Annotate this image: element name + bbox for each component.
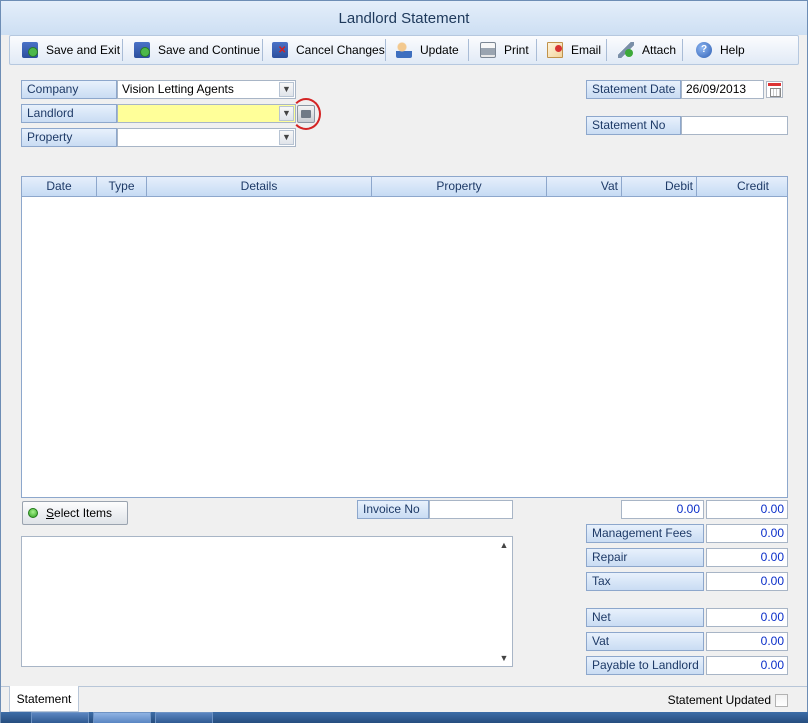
save-and-continue-button[interactable]: Save and Continue bbox=[134, 36, 260, 64]
user-update-icon bbox=[396, 42, 412, 58]
bottom-tab-bar: Statement Statement Updated bbox=[1, 686, 807, 712]
printer-icon bbox=[480, 42, 496, 58]
net-label: Net bbox=[586, 608, 704, 627]
window-title: Landlord Statement bbox=[1, 1, 807, 35]
tax-label: Tax bbox=[586, 572, 704, 591]
statement-updated-checkbox[interactable] bbox=[775, 694, 788, 707]
invoice-no-label: Invoice No bbox=[357, 500, 429, 519]
statement-date-label: Statement Date bbox=[586, 80, 681, 99]
repair-value: 0.00 bbox=[706, 548, 788, 567]
calendar-icon[interactable] bbox=[766, 81, 783, 98]
tab-statement[interactable]: Statement bbox=[9, 686, 79, 712]
column-header-date[interactable]: Date bbox=[22, 177, 97, 196]
repair-label: Repair bbox=[586, 548, 704, 567]
company-combo[interactable]: Vision Letting Agents ▼ bbox=[117, 80, 296, 99]
statement-no-label: Statement No bbox=[586, 116, 681, 135]
debit-total: 0.00 bbox=[621, 500, 704, 519]
tax-value: 0.00 bbox=[706, 572, 788, 591]
notes-textarea[interactable]: ▲ ▼ bbox=[21, 536, 513, 667]
email-button[interactable]: Email bbox=[547, 36, 601, 64]
invoice-no-input[interactable] bbox=[429, 500, 513, 519]
vat-label: Vat bbox=[586, 632, 704, 651]
statement-date-input[interactable]: 26/09/2013 bbox=[681, 80, 764, 99]
vat-value: 0.00 bbox=[706, 632, 788, 651]
column-header-details[interactable]: Details bbox=[147, 177, 372, 196]
net-value: 0.00 bbox=[706, 608, 788, 627]
attach-label: Attach bbox=[642, 43, 677, 57]
attach-button[interactable]: Attach bbox=[618, 36, 676, 64]
toolbar-separator bbox=[536, 39, 537, 61]
landlord-label: Landlord bbox=[21, 104, 117, 123]
cancel-changes-label: Cancel Changes bbox=[296, 43, 385, 57]
toolbar-separator bbox=[262, 39, 263, 61]
toolbar-separator bbox=[468, 39, 469, 61]
save-and-exit-label: Save and Exit bbox=[46, 43, 121, 57]
cancel-icon bbox=[272, 42, 288, 58]
company-label: Company bbox=[21, 80, 117, 99]
select-items-button[interactable]: Select Items bbox=[22, 501, 128, 525]
save-and-exit-button[interactable]: Save and Exit bbox=[22, 36, 120, 64]
email-label: Email bbox=[571, 43, 602, 57]
grid-header: Date Type Details Property Vat Debit Cre… bbox=[22, 177, 787, 197]
toolbar-separator bbox=[122, 39, 123, 61]
scroll-up-icon[interactable]: ▲ bbox=[499, 540, 509, 550]
envelope-icon bbox=[547, 42, 563, 58]
update-button[interactable]: Update bbox=[396, 36, 459, 64]
statement-items-grid[interactable]: Date Type Details Property Vat Debit Cre… bbox=[21, 176, 788, 498]
statement-no-input[interactable] bbox=[681, 116, 788, 135]
toolbar: Save and Exit Save and Continue Cancel C… bbox=[9, 35, 799, 65]
column-header-type[interactable]: Type bbox=[97, 177, 147, 196]
taskbar-item[interactable] bbox=[31, 712, 89, 723]
help-label: Help bbox=[720, 43, 745, 57]
landlord-statement-window: Landlord Statement Save and Exit Save an… bbox=[0, 0, 808, 723]
scroll-down-icon[interactable]: ▼ bbox=[499, 653, 509, 663]
company-value: Vision Letting Agents bbox=[122, 82, 234, 96]
chevron-down-icon[interactable]: ▼ bbox=[279, 130, 294, 145]
toolbar-separator bbox=[385, 39, 386, 61]
landlord-combo[interactable]: ▼ bbox=[117, 104, 296, 123]
column-header-vat[interactable]: Vat bbox=[547, 177, 622, 196]
update-label: Update bbox=[420, 43, 459, 57]
payable-to-landlord-label: Payable to Landlord bbox=[586, 656, 704, 675]
chevron-down-icon[interactable]: ▼ bbox=[279, 82, 294, 97]
taskbar-item[interactable] bbox=[155, 712, 213, 723]
payable-to-landlord-value: 0.00 bbox=[706, 656, 788, 675]
select-items-label: Select Items bbox=[46, 506, 113, 520]
save-check-icon bbox=[22, 42, 38, 58]
save-continue-icon bbox=[134, 42, 150, 58]
column-header-debit[interactable]: Debit bbox=[622, 177, 697, 196]
taskbar-item-active[interactable] bbox=[93, 712, 151, 723]
help-button[interactable]: ? Help bbox=[696, 36, 745, 64]
taskbar bbox=[1, 712, 808, 723]
statement-updated-label: Statement Updated bbox=[667, 693, 771, 707]
paperclip-icon bbox=[618, 42, 634, 58]
save-and-continue-label: Save and Continue bbox=[158, 43, 261, 57]
green-status-icon bbox=[28, 508, 38, 518]
column-header-property[interactable]: Property bbox=[372, 177, 547, 196]
annotation-circle bbox=[291, 98, 321, 130]
property-label: Property bbox=[21, 128, 117, 147]
property-combo[interactable]: ▼ bbox=[117, 128, 296, 147]
toolbar-separator bbox=[682, 39, 683, 61]
cancel-changes-button[interactable]: Cancel Changes bbox=[272, 36, 385, 64]
print-label: Print bbox=[504, 43, 529, 57]
credit-total: 0.00 bbox=[706, 500, 788, 519]
management-fees-value: 0.00 bbox=[706, 524, 788, 543]
column-header-credit[interactable]: Credit bbox=[697, 177, 787, 196]
toolbar-separator bbox=[606, 39, 607, 61]
management-fees-label: Management Fees bbox=[586, 524, 704, 543]
help-icon: ? bbox=[696, 42, 712, 58]
print-button[interactable]: Print bbox=[480, 36, 529, 64]
